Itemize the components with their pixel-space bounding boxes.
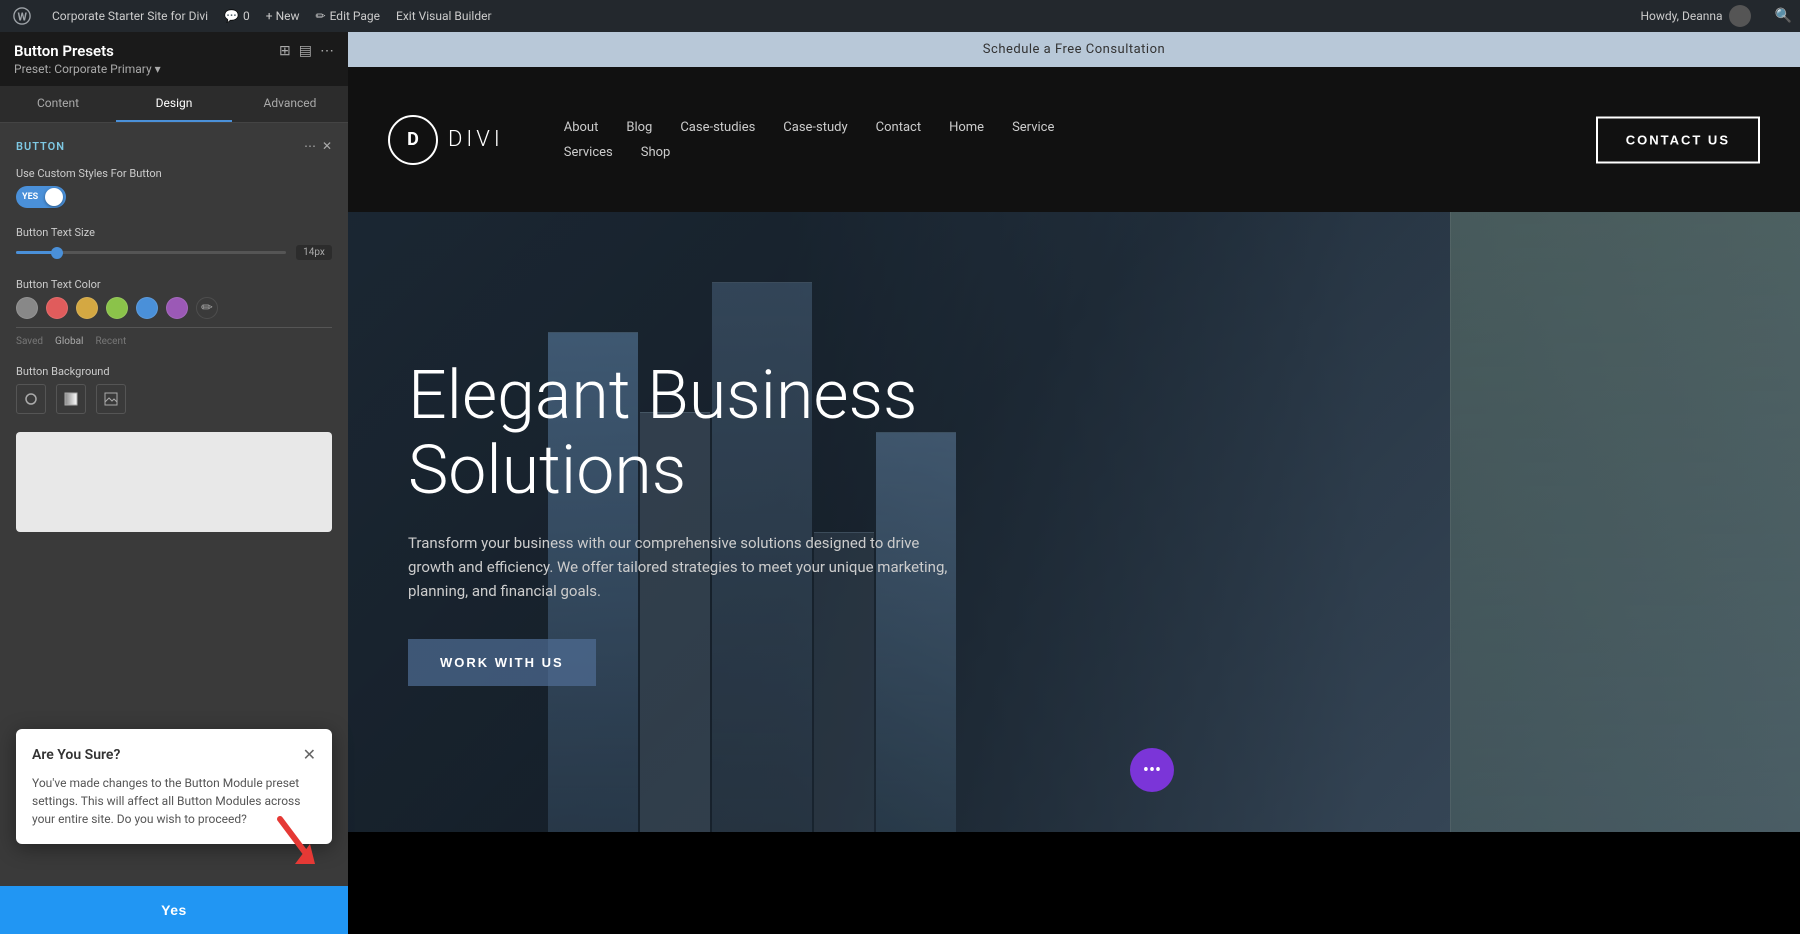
nav-links: About Blog Case-studies Case-study Conta… xyxy=(564,120,1760,160)
red-arrow xyxy=(260,799,340,879)
nav-link-shop[interactable]: Shop xyxy=(641,145,671,160)
section-title: Button xyxy=(16,140,65,153)
exit-visual-builder-button[interactable]: Exit Visual Builder xyxy=(396,9,492,23)
tab-design[interactable]: Design xyxy=(116,86,232,122)
custom-styles-toggle[interactable]: YES xyxy=(16,186,66,208)
recent-colors-tab[interactable]: Recent xyxy=(95,336,126,347)
logo-circle[interactable]: D xyxy=(388,115,438,165)
toggle-yes-label: YES xyxy=(22,192,38,202)
nav-link-case-study[interactable]: Case-study xyxy=(783,120,847,135)
logo-text: DIVI xyxy=(448,127,504,152)
slider-thumb[interactable] xyxy=(51,247,63,259)
text-size-slider[interactable] xyxy=(16,251,286,254)
hero-title: Elegant Business Solutions xyxy=(408,358,988,508)
slider-value: 14px xyxy=(296,245,332,260)
expand-icon[interactable]: ⊞ xyxy=(279,43,291,59)
nav-link-home[interactable]: Home xyxy=(949,120,984,135)
wp-admin-bar: W Corporate Starter Site for Divi 💬 0 + … xyxy=(0,0,1800,32)
color-swatches: ✏ xyxy=(16,297,332,319)
custom-styles-label: Use Custom Styles For Button xyxy=(16,167,332,180)
button-preview-box xyxy=(16,432,332,532)
saved-colors-tab[interactable]: Saved xyxy=(16,336,43,347)
avatar xyxy=(1729,5,1751,27)
button-text-color-field: Button Text Color ✏ Saved Global Recent xyxy=(16,278,332,347)
panel-title: Button Presets xyxy=(14,42,114,60)
bg-color-icon[interactable] xyxy=(16,384,46,414)
more-icon[interactable]: ⋯ xyxy=(320,43,334,59)
bg-icons xyxy=(16,384,332,414)
search-icon[interactable]: 🔍 xyxy=(1775,8,1792,24)
color-swatch-blue[interactable] xyxy=(136,297,158,319)
global-colors-tab[interactable]: Global xyxy=(55,336,83,347)
section-drag-icon[interactable]: ⋯ xyxy=(304,139,316,153)
schedule-bar: Schedule a Free Consultation xyxy=(348,32,1800,67)
custom-styles-field: Use Custom Styles For Button YES xyxy=(16,167,332,208)
site-name[interactable]: Corporate Starter Site for Divi xyxy=(52,9,208,23)
comment-badge[interactable]: 💬 0 xyxy=(224,9,250,23)
hero-content: Elegant Business Solutions Transform you… xyxy=(348,358,1048,687)
wp-logo[interactable]: W xyxy=(8,2,36,30)
color-swatch-red[interactable] xyxy=(46,297,68,319)
button-text-size-field: Button Text Size 14px xyxy=(16,226,332,260)
button-background-field: Button Background xyxy=(16,365,332,414)
nav-link-contact[interactable]: Contact xyxy=(876,120,921,135)
tab-advanced[interactable]: Advanced xyxy=(232,86,348,122)
howdy-text: Howdy, Deanna xyxy=(1640,5,1750,27)
hero-cta-button[interactable]: WORK WITH US xyxy=(408,639,596,686)
panel-tabs: Content Design Advanced xyxy=(0,86,348,123)
button-text-size-label: Button Text Size xyxy=(16,226,332,239)
nav-row-1: About Blog Case-studies Case-study Conta… xyxy=(564,120,1760,135)
panel-header-icons: ⊞ ▤ ⋯ xyxy=(279,43,334,59)
color-picker-icon[interactable]: ✏ xyxy=(196,297,218,319)
panel-header: Button Presets ⊞ ▤ ⋯ Preset: Corporate P… xyxy=(0,32,348,86)
color-swatch-gray[interactable] xyxy=(16,297,38,319)
yes-button[interactable]: Yes xyxy=(0,886,348,934)
button-text-color-label: Button Text Color xyxy=(16,278,332,291)
new-content-button[interactable]: + New xyxy=(266,9,300,23)
nav-link-about[interactable]: About xyxy=(564,120,599,135)
nav-link-case-studies[interactable]: Case-studies xyxy=(680,120,755,135)
nav-row-2: Services Shop xyxy=(564,145,1760,160)
nav-link-service[interactable]: Service xyxy=(1012,120,1054,135)
nav-link-services[interactable]: Services xyxy=(564,145,613,160)
bg-image-icon[interactable] xyxy=(96,384,126,414)
svg-text:W: W xyxy=(18,11,28,24)
layout-icon[interactable]: ▤ xyxy=(299,43,312,59)
section-close-icon[interactable]: ✕ xyxy=(322,139,332,153)
color-swatch-green[interactable] xyxy=(106,297,128,319)
tab-content[interactable]: Content xyxy=(0,86,116,122)
edit-page-button[interactable]: ✏ Edit Page xyxy=(316,9,381,23)
color-swatch-yellow[interactable] xyxy=(76,297,98,319)
hero-section: Elegant Business Solutions Transform you… xyxy=(348,212,1800,832)
bg-gradient-icon[interactable] xyxy=(56,384,86,414)
floating-menu-dot[interactable]: ••• xyxy=(1130,748,1174,792)
website-preview: Schedule a Free Consultation D DIVI Abou… xyxy=(348,32,1800,934)
button-section-header: Button ⋯ ✕ xyxy=(16,139,332,153)
dialog-title: Are You Sure? xyxy=(32,747,120,763)
dialog-close-button[interactable]: ✕ xyxy=(303,745,316,764)
button-background-label: Button Background xyxy=(16,365,332,378)
site-nav: D DIVI About Blog Case-studies Case-stud… xyxy=(348,67,1800,212)
logo-wrap: D DIVI xyxy=(388,115,504,165)
panel-subtitle[interactable]: Preset: Corporate Primary ▾ xyxy=(14,62,334,76)
toggle-knob xyxy=(45,188,63,206)
nav-link-blog[interactable]: Blog xyxy=(626,120,652,135)
color-swatch-purple[interactable] xyxy=(166,297,188,319)
hero-subtitle: Transform your business with our compreh… xyxy=(408,531,968,603)
right-building xyxy=(1450,212,1800,832)
color-preset-tabs: Saved Global Recent xyxy=(16,336,332,347)
contact-us-button[interactable]: CONTACT US xyxy=(1596,116,1760,163)
